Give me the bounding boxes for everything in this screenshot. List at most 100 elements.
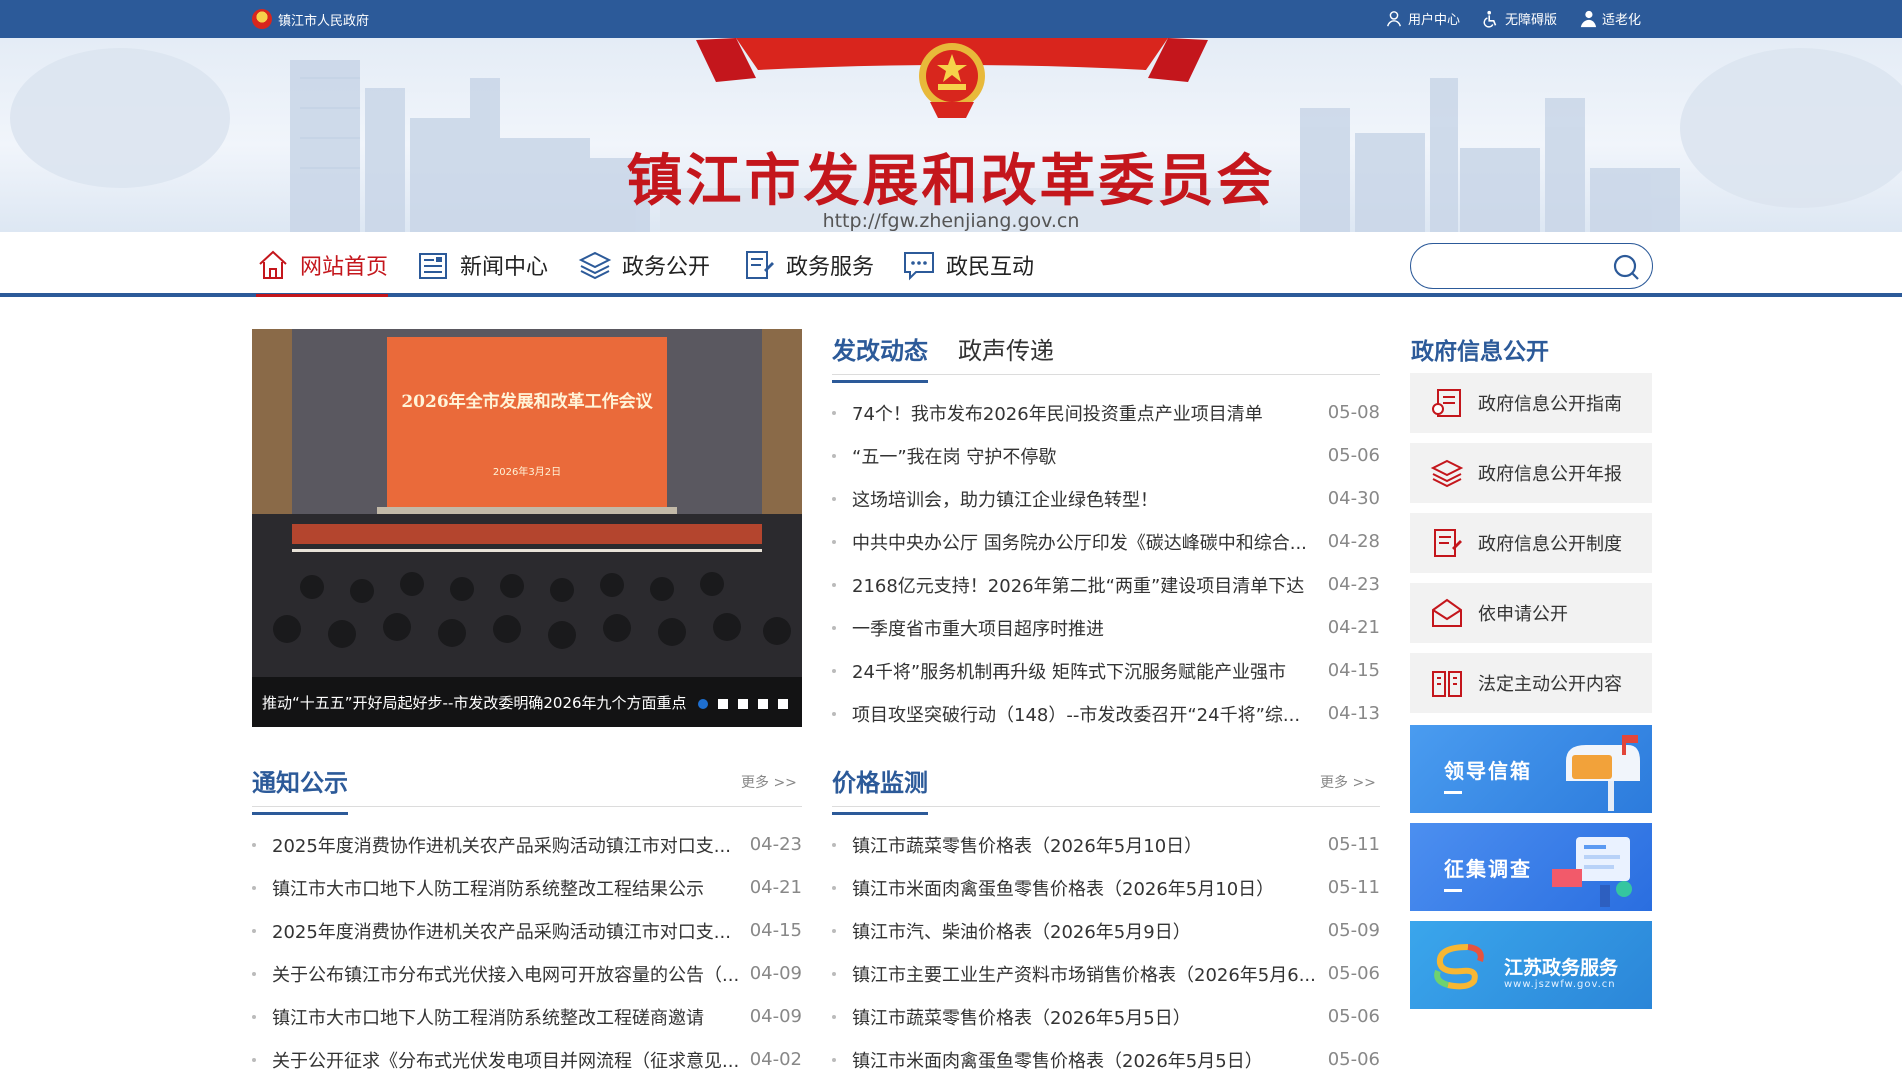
user-icon (1387, 10, 1401, 26)
elderly-mode-link[interactable]: 适老化 (1579, 9, 1641, 28)
gov-info-annual-report-label: 政府信息公开年报 (1478, 464, 1622, 485)
price-item-title[interactable]: 镇江市蔬菜零售价格表（2026年5月5日） (832, 1004, 1191, 1030)
price-item-date: 05-06 (1327, 963, 1380, 984)
gov-info-title: 政府信息公开 (1411, 339, 1549, 365)
news-title[interactable]: 74个！我市发布2026年民间投资重点产业项目清单 (832, 400, 1263, 426)
price-item-title[interactable]: 镇江市汽、柴油价格表（2026年5月9日） (832, 918, 1191, 944)
tab-policy-voice[interactable]: 政声传递 (958, 331, 1054, 383)
user-center-link[interactable]: 用户中心 (1385, 9, 1460, 28)
gov-info-on-request[interactable]: 依申请公开 (1410, 583, 1652, 643)
price-item-title[interactable]: 镇江市主要工业生产资料市场销售价格表（2026年5月6... (832, 961, 1316, 987)
price-list: 镇江市蔬菜零售价格表（2026年5月10日） 05-11 镇江市米面肉禽蛋鱼零售价… (832, 823, 1380, 1080)
news-title[interactable]: 2168亿元支持！2026年第二批“两重”建设项目清单下达 (832, 572, 1304, 598)
survey-banner[interactable]: 征集调查 (1410, 823, 1652, 911)
document-pen-icon (746, 250, 774, 279)
list-item: 2025年度消费协作进机关农产品采购活动镇江市对口支... 04-15 (252, 909, 802, 952)
chat-icon (904, 251, 934, 280)
news-icon (419, 252, 447, 279)
survey-illustration-icon (1552, 837, 1632, 907)
accessibility-link[interactable]: 无障碍版 (1482, 9, 1557, 28)
list-item: “五一”我在岗 守护不停歇 05-06 (832, 434, 1380, 477)
divider (252, 806, 802, 807)
list-item: 镇江市大市口地下人防工程消防系统整改工程结果公示 04-21 (252, 866, 802, 909)
news-date: 04-30 (1327, 488, 1380, 509)
price-more-link[interactable]: 更多 >> (1320, 772, 1376, 792)
news-carousel[interactable]: 2026年全市发展和改革工作会议 2026年3月2日 推动“十五五”开好局起好步… (252, 329, 802, 727)
price-item-title[interactable]: 镇江市蔬菜零售价格表（2026年5月10日） (832, 832, 1202, 858)
list-item: 一季度省市重大项目超序时推进 04-21 (832, 606, 1380, 649)
top-bar: 镇江市人民政府 用户中心 无障碍版 适老化 (0, 0, 1902, 38)
carousel-dot[interactable] (738, 699, 748, 709)
news-date: 04-13 (1327, 703, 1380, 724)
tab-reform-news[interactable]: 发改动态 (832, 331, 928, 383)
gov-info-system-label: 政府信息公开制度 (1478, 534, 1622, 555)
elderly-icon (1580, 10, 1597, 27)
news-date: 05-08 (1327, 402, 1380, 423)
carousel-dot[interactable] (698, 699, 708, 709)
notice-item-date: 04-15 (749, 920, 802, 941)
notice-title[interactable]: 通知公示 (252, 763, 348, 815)
price-title[interactable]: 价格监测 (832, 763, 928, 815)
national-emblem-icon (252, 9, 272, 29)
news-title[interactable]: 中共中央办公厅 国务院办公厅印发《碳达峰碳中和综合... (832, 529, 1307, 555)
slide-banner-title: 2026年全市发展和改革工作会议 (401, 392, 653, 412)
notice-item-title[interactable]: 2025年度消费协作进机关农产品采购活动镇江市对口支... (252, 832, 731, 858)
news-title[interactable]: 24千将”服务机制再升级 矩阵式下沉服务赋能产业强市 (832, 658, 1286, 684)
survey-label: 征集调查 (1444, 857, 1532, 881)
news-title[interactable]: 这场培训会，助力镇江企业绿色转型！ (832, 486, 1158, 512)
news-title[interactable]: 项目攻坚突破行动（148）--市发改委召开“24千将”综... (832, 701, 1300, 727)
news-title[interactable]: 一季度省市重大项目超序时推进 (832, 615, 1104, 641)
gov-info-guide[interactable]: 政府信息公开指南 (1410, 373, 1652, 433)
price-item-title[interactable]: 镇江市米面肉禽蛋鱼零售价格表（2026年5月10日） (832, 875, 1274, 901)
list-item: 镇江市大市口地下人防工程消防系统整改工程磋商邀请 04-09 (252, 995, 802, 1038)
news-tabs: 发改动态 政声传递 (832, 331, 1054, 383)
accessibility-icon (1483, 10, 1497, 28)
jiangsu-gov-service-label: 江苏政务服务 (1504, 957, 1619, 979)
leader-mailbox-banner[interactable]: 领导信箱 (1410, 725, 1652, 813)
carousel-dot[interactable] (778, 699, 788, 709)
gov-info-system[interactable]: 政府信息公开制度 (1410, 513, 1652, 573)
jiangsu-gov-service-url: www.jszwfw.gov.cn (1504, 979, 1616, 990)
list-item: 镇江市蔬菜零售价格表（2026年5月10日） 05-11 (832, 823, 1380, 866)
notice-item-title[interactable]: 镇江市大市口地下人防工程消防系统整改工程结果公示 (252, 875, 704, 901)
news-list: 74个！我市发布2026年民间投资重点产业项目清单 05-08 “五一”我在岗 守… (832, 391, 1380, 735)
price-item-date: 05-06 (1327, 1006, 1380, 1027)
jiangsu-gov-service-banner[interactable]: 江苏政务服务 www.jszwfw.gov.cn (1410, 921, 1652, 1009)
search-icon[interactable] (1612, 253, 1640, 281)
gov-info-annual-report[interactable]: 政府信息公开年报 (1410, 443, 1652, 503)
notice-more-link[interactable]: 更多 >> (741, 772, 797, 792)
list-item: 中共中央办公厅 国务院办公厅印发《碳达峰碳中和综合... 04-28 (832, 520, 1380, 563)
list-item: 镇江市米面肉禽蛋鱼零售价格表（2026年5月10日） 05-11 (832, 866, 1380, 909)
search-input[interactable] (1427, 254, 1607, 278)
news-title[interactable]: “五一”我在岗 守护不停歇 (832, 443, 1056, 469)
carousel-caption-text[interactable]: 推动“十五五”开好局起好步--市发改委明确2026年九个方面重点 (262, 692, 687, 713)
carousel-dots (698, 699, 788, 709)
site-url: http://fgw.zhenjiang.gov.cn (822, 210, 1080, 232)
gov-info-statutory[interactable]: 法定主动公开内容 (1410, 653, 1652, 713)
nav-interaction[interactable]: 政民互动 (902, 232, 1034, 297)
notice-item-date: 04-23 (749, 834, 802, 855)
banner-accent-bar (1444, 791, 1462, 794)
notice-item-title[interactable]: 镇江市大市口地下人防工程消防系统整改工程磋商邀请 (252, 1004, 704, 1030)
list-item: 关于公布镇江市分布式光伏接入电网可开放容量的公告（... 04-09 (252, 952, 802, 995)
nav-gov-affairs[interactable]: 政务公开 (578, 232, 710, 297)
notice-list: 2025年度消费协作进机关农产品采购活动镇江市对口支... 04-23 镇江市大市… (252, 823, 802, 1080)
nav-gov-services[interactable]: 政务服务 (742, 232, 874, 297)
price-item-title[interactable]: 镇江市米面肉禽蛋鱼零售价格表（2026年5月5日） (832, 1047, 1263, 1073)
gov-info-on-request-label: 依申请公开 (1478, 604, 1568, 625)
slide-banner-date: 2026年3月2日 (492, 467, 562, 478)
carousel-dot[interactable] (718, 699, 728, 709)
guide-icon (1432, 389, 1461, 417)
nav-home-label: 网站首页 (300, 254, 389, 280)
notice-item-title[interactable]: 2025年度消费协作进机关农产品采购活动镇江市对口支... (252, 918, 731, 944)
nav-news[interactable]: 新闻中心 (416, 232, 548, 297)
list-item: 项目攻坚突破行动（148）--市发改委召开“24千将”综... 04-13 (832, 692, 1380, 735)
list-item: 这场培训会，助力镇江企业绿色转型！ 04-30 (832, 477, 1380, 520)
notice-item-date: 04-02 (749, 1049, 802, 1070)
notice-item-title[interactable]: 关于公开征求《分布式光伏发电项目并网流程（征求意见... (252, 1047, 739, 1073)
notice-item-title[interactable]: 关于公布镇江市分布式光伏接入电网可开放容量的公告（... (252, 961, 739, 987)
carousel-dot[interactable] (758, 699, 768, 709)
news-date: 04-23 (1327, 574, 1380, 595)
site-link[interactable]: 镇江市人民政府 (252, 9, 369, 29)
nav-home[interactable]: 网站首页 (256, 232, 389, 297)
